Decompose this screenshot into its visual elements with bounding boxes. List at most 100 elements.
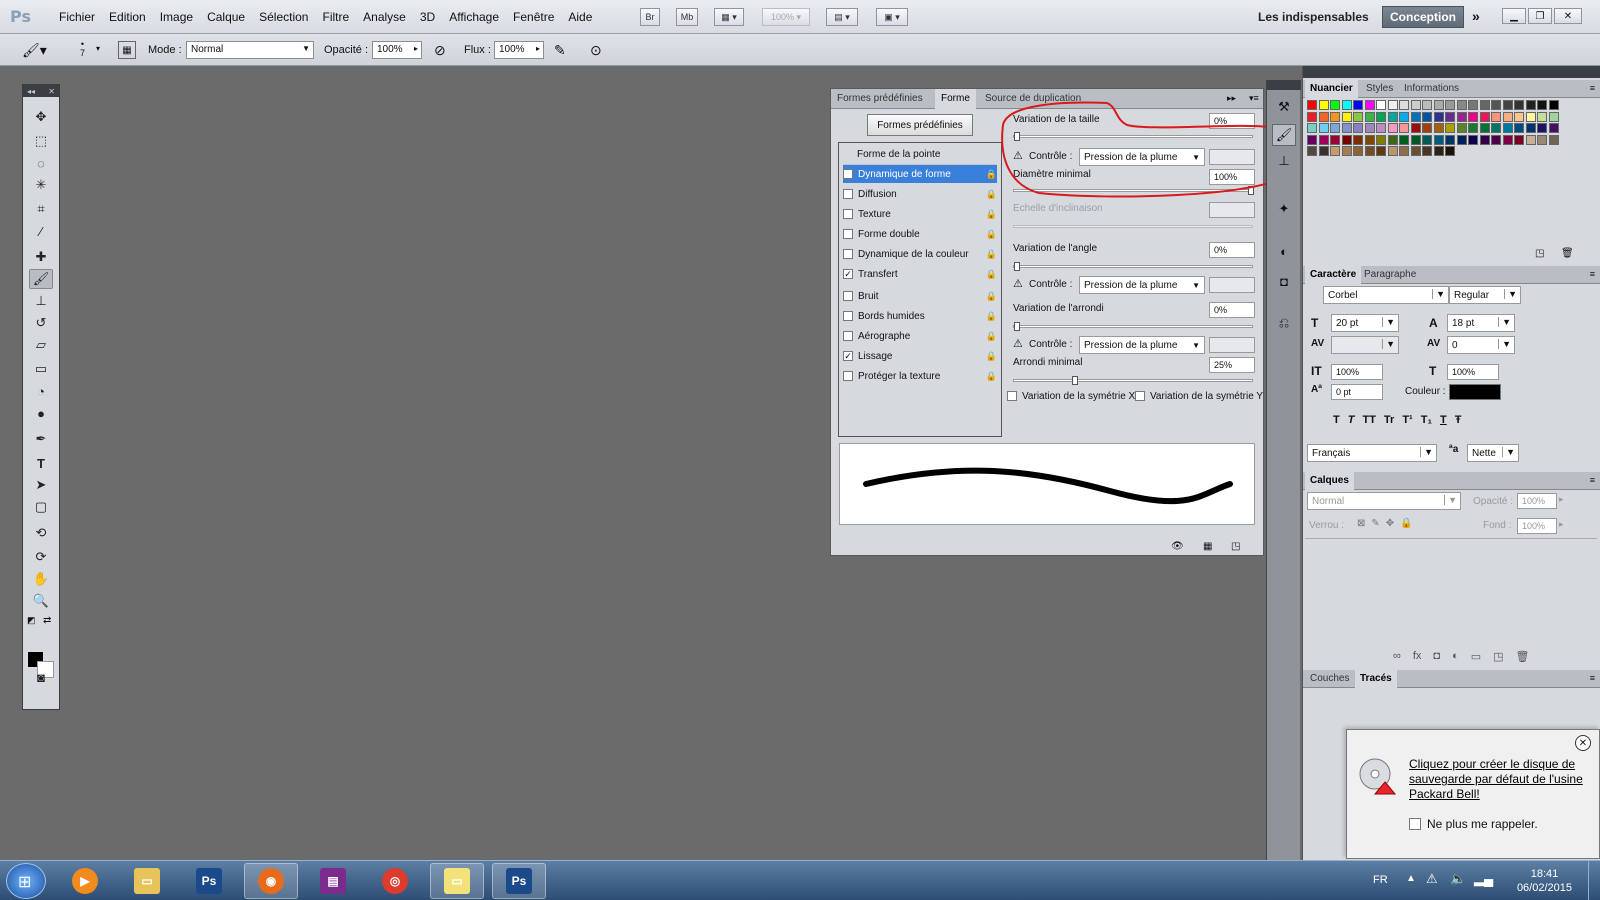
- color-swatch[interactable]: [1445, 123, 1455, 133]
- color-swatch[interactable]: [1376, 123, 1386, 133]
- color-swatch[interactable]: [1525, 123, 1536, 133]
- brush-option-item[interactable]: Diffusion 🔒: [843, 185, 997, 203]
- color-swatch[interactable]: [1491, 123, 1501, 133]
- menu-analyse[interactable]: Analyse: [356, 10, 413, 24]
- color-swatch[interactable]: [1399, 134, 1409, 145]
- color-swatch[interactable]: [1502, 100, 1513, 110]
- min-roundness-input[interactable]: 25%: [1209, 357, 1255, 373]
- color-swatch[interactable]: [1479, 111, 1490, 122]
- color-swatch[interactable]: [1330, 100, 1340, 110]
- brush-option-item[interactable]: Dynamique de la couleur 🔒: [843, 245, 997, 263]
- color-swatch[interactable]: [1376, 146, 1386, 156]
- history-icon[interactable]: ⎌: [1272, 312, 1296, 334]
- tab-nuancier[interactable]: Nuancier: [1305, 80, 1358, 98]
- new-preset-icon[interactable]: ◳: [1231, 541, 1240, 552]
- color-swatch[interactable]: [1318, 123, 1329, 133]
- color-swatch[interactable]: [1514, 100, 1524, 110]
- color-swatch[interactable]: [1514, 134, 1524, 145]
- menu-filtre[interactable]: Filtre: [315, 10, 356, 24]
- panel-menu-icon[interactable]: ≡: [1590, 83, 1595, 93]
- color-swatch[interactable]: [1468, 123, 1478, 133]
- color-swatch[interactable]: [1445, 146, 1455, 156]
- tracking-select[interactable]: 0 ▼: [1447, 336, 1515, 354]
- mode-select[interactable]: Normal ▼: [186, 41, 314, 59]
- crop-tool-icon[interactable]: ⌗: [29, 199, 53, 219]
- menu-fenetre[interactable]: Fenêtre: [506, 10, 561, 24]
- color-swatch[interactable]: [1307, 134, 1317, 145]
- tool-presets-icon[interactable]: ⚒: [1272, 96, 1296, 118]
- screen-mode-button[interactable]: ▣ ▾: [876, 8, 908, 26]
- view-extras-button[interactable]: ▦ ▾: [714, 8, 744, 26]
- taskbar-app[interactable]: ▭: [430, 863, 484, 899]
- roundness-jitter-input[interactable]: 0%: [1209, 302, 1255, 318]
- color-swatch[interactable]: [1514, 111, 1524, 122]
- quick-mask-icon[interactable]: ◙: [29, 667, 53, 687]
- flip-y-checkbox[interactable]: Variation de la symétrie Y: [1135, 387, 1265, 405]
- workspace-conception[interactable]: Conception: [1382, 6, 1464, 28]
- color-swatch[interactable]: [1318, 111, 1329, 122]
- tab-calques[interactable]: Calques: [1305, 472, 1354, 490]
- do-not-remind-checkbox[interactable]: Ne plus me rappeler.: [1409, 817, 1538, 831]
- tray-network-alert-icon[interactable]: ⚠: [1426, 871, 1438, 887]
- tab-paragraphe[interactable]: Paragraphe: [1359, 266, 1421, 284]
- color-swatch[interactable]: [1548, 111, 1559, 122]
- angle-jitter-input[interactable]: 0%: [1209, 242, 1255, 258]
- menu-affichage[interactable]: Affichage: [442, 10, 506, 24]
- brush-tool-icon[interactable]: 🖌: [29, 269, 53, 289]
- language-select[interactable]: Français ▼: [1307, 444, 1437, 462]
- color-swatch[interactable]: [1353, 123, 1363, 133]
- eraser-tool-icon[interactable]: ▱: [29, 335, 53, 355]
- slider-knob[interactable]: [1014, 262, 1020, 271]
- color-swatch[interactable]: [1307, 111, 1317, 122]
- blur-tool-icon[interactable]: ◔: [29, 381, 53, 401]
- panel-menu-icon[interactable]: ≡: [1590, 269, 1595, 279]
- restore-button[interactable]: ❐: [1528, 8, 1552, 24]
- color-swatch[interactable]: [1307, 146, 1317, 156]
- taskbar-app[interactable]: Ps: [492, 863, 546, 899]
- mask-icon[interactable]: ◘: [1433, 650, 1440, 663]
- system-clock[interactable]: 18:41 06/02/2015: [1517, 867, 1572, 895]
- color-swatch[interactable]: [1410, 134, 1421, 145]
- color-swatch[interactable]: [1445, 111, 1455, 122]
- chevron-right-icon[interactable]: ▸: [1559, 519, 1564, 530]
- move-tool-icon[interactable]: ✥: [29, 107, 53, 127]
- color-swatch[interactable]: [1502, 123, 1513, 133]
- layer-opacity-input[interactable]: 100%: [1517, 493, 1557, 509]
- eyedropper-tool-icon[interactable]: ⁄: [29, 221, 53, 241]
- color-swatch[interactable]: [1307, 123, 1317, 133]
- swap-colors-icon[interactable]: ⇄: [43, 615, 51, 626]
- color-swatch[interactable]: [1341, 100, 1352, 110]
- color-swatch[interactable]: [1376, 100, 1386, 110]
- tab-formes-predefinies[interactable]: Formes prédéfinies: [831, 89, 929, 109]
- roundness-control-select[interactable]: Pression de la plume ▼: [1079, 336, 1205, 354]
- grid-icon[interactable]: ▦: [1203, 541, 1212, 552]
- color-swatch[interactable]: [1353, 111, 1363, 122]
- lock-icon[interactable]: 🔒: [986, 291, 997, 302]
- taskbar-app[interactable]: ▤: [306, 863, 360, 899]
- workspace-essentials[interactable]: Les indispensables: [1258, 10, 1369, 24]
- color-swatch[interactable]: [1537, 111, 1547, 122]
- vertical-scale-input[interactable]: 100%: [1331, 364, 1383, 380]
- color-swatch[interactable]: [1422, 100, 1432, 110]
- color-swatch[interactable]: [1364, 123, 1375, 133]
- color-swatch[interactable]: [1399, 146, 1409, 156]
- color-swatch[interactable]: [1479, 100, 1490, 110]
- color-swatch[interactable]: [1537, 134, 1547, 145]
- brush-option-item[interactable]: Protéger la texture 🔒: [843, 367, 997, 385]
- lock-icon[interactable]: 🔒: [986, 229, 997, 240]
- color-swatch[interactable]: [1433, 111, 1444, 122]
- 3d-rotate-tool-icon[interactable]: ⟲: [29, 523, 53, 543]
- slider-knob[interactable]: [1072, 376, 1078, 385]
- pressure-opacity-icon[interactable]: ⊘: [434, 42, 446, 59]
- flip-x-checkbox[interactable]: Variation de la symétrie X: [1007, 387, 1137, 405]
- create-backup-link[interactable]: Cliquez pour créer le disque de sauvegar…: [1409, 757, 1589, 802]
- chevron-right-icon[interactable]: ▸: [1559, 494, 1564, 505]
- lock-icon[interactable]: 🔒: [986, 189, 997, 200]
- healing-brush-tool-icon[interactable]: ✚: [29, 247, 53, 267]
- all-caps-button[interactable]: TT: [1362, 414, 1375, 426]
- text-color-swatch[interactable]: [1449, 384, 1501, 400]
- color-swatch[interactable]: [1410, 111, 1421, 122]
- color-swatch[interactable]: [1410, 123, 1421, 133]
- show-hidden-icons[interactable]: ▲: [1406, 873, 1416, 884]
- blend-mode-select[interactable]: Normal ▼: [1307, 492, 1461, 510]
